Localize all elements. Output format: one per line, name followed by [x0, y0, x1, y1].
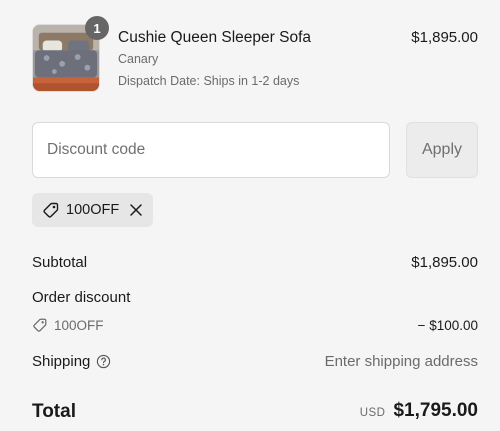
tag-icon [32, 317, 48, 333]
shipping-row-label: Shipping [32, 353, 111, 370]
order-discount-label: Order discount [32, 289, 131, 306]
discount-code-input[interactable] [32, 122, 390, 178]
total-amount: $1,795.00 [393, 400, 478, 421]
apply-discount-button[interactable]: Apply [406, 122, 478, 178]
product-name: Cushie Queen Sleeper Sofa [118, 29, 312, 46]
help-icon[interactable] [96, 354, 111, 369]
order-discount-code-line: 100OFF [32, 317, 104, 333]
shipping-label: Shipping [32, 353, 91, 370]
order-discount-value: − $100.00 [417, 318, 478, 333]
total-amount-group: USD $1,795.00 [360, 400, 478, 422]
total-label: Total [32, 401, 76, 422]
product-price: $1,895.00 [411, 29, 478, 46]
subtotal-value: $1,895.00 [411, 254, 478, 271]
order-discount-code: 100OFF [54, 317, 104, 333]
quantity-badge: 1 [85, 16, 109, 40]
product-dispatch-date: Dispatch Date: Ships in 1-2 days [118, 74, 300, 88]
shipping-value: Enter shipping address [324, 353, 478, 370]
currency-code: USD [359, 407, 386, 419]
tag-icon [42, 201, 60, 219]
subtotal-label: Subtotal [32, 254, 88, 271]
applied-discount-chip: 100OFF [32, 193, 154, 227]
remove-discount-icon[interactable] [129, 203, 143, 217]
product-variant: Canary [118, 52, 159, 66]
applied-discount-code: 100OFF [66, 202, 120, 218]
